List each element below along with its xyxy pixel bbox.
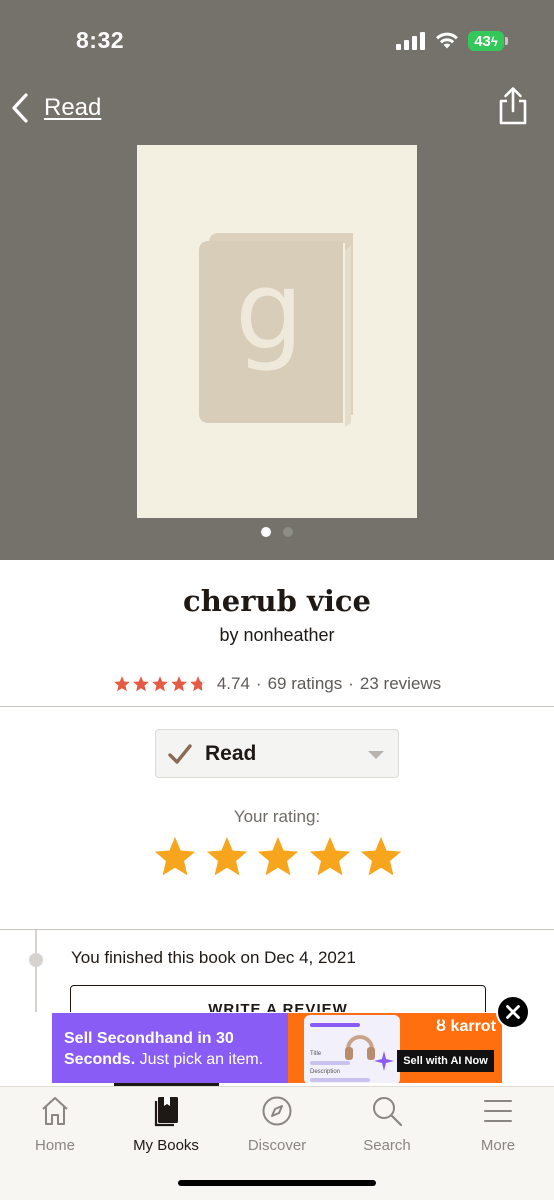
- average-star-icon: [189, 676, 206, 692]
- menu-icon: [484, 1100, 512, 1122]
- tab-discover[interactable]: Discover: [222, 1095, 332, 1163]
- ratings-count: 69 ratings: [267, 674, 343, 693]
- home-indicator: [178, 1180, 376, 1186]
- home-icon: [42, 1097, 68, 1125]
- compass-icon: [262, 1096, 292, 1126]
- average-star-icon: [151, 676, 168, 692]
- ad-close-button[interactable]: [496, 995, 530, 1029]
- battery-nub: [505, 37, 508, 45]
- book-cover[interactable]: g: [137, 145, 417, 518]
- user-star-icon[interactable]: [204, 834, 250, 880]
- ad-cta-button[interactable]: Sell with AI Now: [397, 1050, 494, 1072]
- user-star-icon[interactable]: [152, 834, 198, 880]
- status-bar: 8:32 43 ϟ: [0, 0, 554, 84]
- tab-label: Discover: [247, 1137, 307, 1154]
- ad-mock-title: Title: [310, 1051, 322, 1057]
- timeline-dot: [29, 953, 43, 967]
- cover-logo-letter: g: [235, 249, 304, 374]
- caret-down-icon: [368, 751, 384, 759]
- tab-label: Search: [363, 1137, 411, 1154]
- sparkle-icon: [374, 1051, 394, 1071]
- user-star-icon[interactable]: [307, 834, 353, 880]
- user-star-icon[interactable]: [358, 834, 404, 880]
- ad-headline-rest: Just pick an item.: [135, 1051, 264, 1068]
- battery-level: 43: [474, 32, 491, 50]
- active-tab-indicator: [114, 1083, 219, 1086]
- your-rating-label: Your rating:: [233, 807, 321, 826]
- tab-label: My Books: [133, 1137, 199, 1154]
- checkmark-icon: [168, 744, 192, 764]
- status-time: 8:32: [76, 27, 125, 53]
- tab-search[interactable]: Search: [332, 1095, 442, 1163]
- ad-brand: ȣ karrot: [436, 1018, 496, 1036]
- my-books-icon: [154, 1097, 178, 1127]
- battery-icon: 43 ϟ: [468, 31, 504, 51]
- average-rating-stars: [113, 675, 207, 693]
- tab-home[interactable]: Home: [0, 1095, 110, 1163]
- tab-my-books[interactable]: My Books: [111, 1095, 221, 1163]
- wifi-icon: [436, 32, 458, 49]
- book-cover-header: 8:32 43 ϟ Read g: [0, 0, 554, 560]
- karrot-logo-icon: ȣ: [436, 1018, 447, 1035]
- ad-mock-description: Description: [310, 1069, 341, 1075]
- ad-container: Sell Secondhand in 30 Seconds. Just pick…: [0, 1012, 554, 1084]
- headphones-icon: [345, 1035, 375, 1060]
- average-star-icon: [113, 676, 130, 692]
- user-star-icon[interactable]: [255, 834, 301, 880]
- shelf-status-label: Read: [205, 742, 257, 765]
- tab-more[interactable]: More: [443, 1095, 553, 1163]
- tab-label: Home: [34, 1137, 75, 1154]
- user-rating-stars[interactable]: [152, 834, 404, 882]
- tab-label: More: [480, 1137, 516, 1154]
- separator: ·: [255, 674, 262, 693]
- cellular-signal-icon: [396, 32, 426, 50]
- ratings-summary[interactable]: 4.74 · 69 ratings · 23 reviews: [0, 674, 554, 694]
- book-title: cherub vice: [183, 584, 371, 618]
- divider: [0, 706, 554, 707]
- search-icon: [373, 1097, 403, 1127]
- divider: [0, 929, 554, 930]
- average-rating: 4.74: [216, 674, 250, 693]
- shelf-status-button[interactable]: Read: [155, 729, 399, 778]
- ad-banner[interactable]: Sell Secondhand in 30 Seconds. Just pick…: [52, 1013, 502, 1083]
- pager-dot-active[interactable]: [261, 527, 271, 537]
- close-icon: [506, 1005, 520, 1019]
- pager-dot[interactable]: [283, 527, 293, 537]
- average-star-icon: [170, 676, 187, 692]
- book-author[interactable]: by nonheather: [0, 625, 554, 646]
- separator: ·: [348, 674, 354, 693]
- cover-pager[interactable]: [0, 527, 554, 537]
- finished-date-text: You finished this book on Dec 4, 2021: [71, 948, 356, 967]
- average-star-icon: [132, 676, 149, 692]
- reviews-count: 23 reviews: [359, 674, 442, 693]
- back-button[interactable]: Read: [10, 88, 101, 128]
- share-icon[interactable]: [496, 86, 530, 126]
- chevron-left-icon: [12, 93, 28, 123]
- back-label: Read: [44, 94, 102, 121]
- ad-headline: Sell Secondhand in 30 Seconds. Just pick…: [64, 1028, 294, 1070]
- ad-brand-name: karrot: [450, 1018, 496, 1035]
